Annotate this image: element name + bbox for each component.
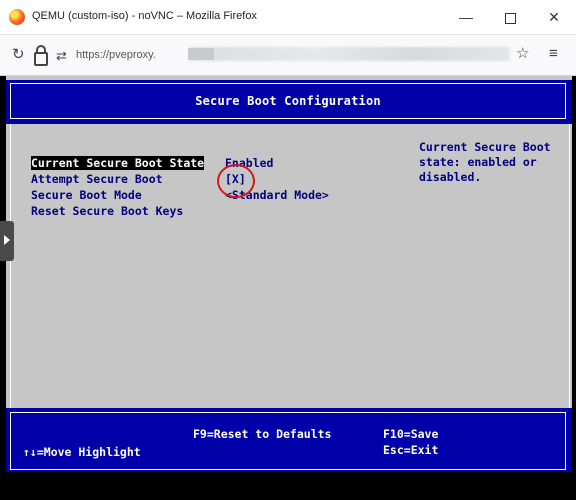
- menu-item-label: Secure Boot Mode: [31, 188, 142, 202]
- close-button[interactable]: ✕: [532, 2, 576, 32]
- bios-header: Secure Boot Configuration: [6, 80, 572, 124]
- url-redacted-block: [188, 48, 214, 60]
- window-title: QEMU (custom-iso) - noVNC – Mozilla Fire…: [32, 10, 257, 22]
- permissions-icon[interactable]: ⇄: [56, 47, 67, 65]
- hint-save: F10=Save: [383, 427, 439, 441]
- bios-body: Current Secure Boot State Enabled Attemp…: [10, 124, 570, 408]
- bios-screen[interactable]: Secure Boot Configuration Current Secure…: [6, 76, 572, 496]
- lock-icon[interactable]: [34, 45, 48, 66]
- hint-move: ↑↓=Move Highlight: [23, 445, 141, 459]
- reload-icon[interactable]: ↻: [12, 46, 25, 64]
- hint-exit: Esc=Exit: [383, 443, 439, 457]
- maximize-button[interactable]: [488, 2, 532, 32]
- chevron-right-icon: [4, 235, 10, 245]
- close-icon: ✕: [548, 9, 560, 25]
- menu-item-current-state[interactable]: Current Secure Boot State Enabled: [31, 156, 273, 170]
- menu-item-attempt-secure-boot[interactable]: Attempt Secure Boot [X]: [31, 172, 246, 186]
- bios-bottom-bar: [6, 472, 572, 496]
- help-panel: Current Secure Boot state: enabled or di…: [419, 140, 567, 185]
- url-redacted: [190, 47, 510, 61]
- bios-footer-frame: ↑↓=Move Highlight F9=Reset to Defaults F…: [10, 412, 566, 470]
- firefox-icon: [9, 9, 25, 25]
- bios-footer: ↑↓=Move Highlight F9=Reset to Defaults F…: [6, 408, 572, 472]
- vnc-viewport[interactable]: Secure Boot Configuration Current Secure…: [0, 76, 576, 500]
- menu-item-label: Reset Secure Boot Keys: [31, 204, 184, 218]
- page-title: Secure Boot Configuration: [195, 94, 381, 108]
- hamburger-menu-icon[interactable]: ≡: [549, 45, 558, 63]
- window-titlebar: QEMU (custom-iso) - noVNC – Mozilla Fire…: [0, 0, 576, 35]
- menu-item-label: Attempt Secure Boot: [31, 172, 163, 186]
- maximize-icon: [504, 12, 516, 24]
- help-line: disabled.: [419, 170, 482, 184]
- star-icon[interactable]: ☆: [516, 45, 529, 63]
- hint-reset: F9=Reset to Defaults: [193, 427, 332, 441]
- menu-item-reset-keys[interactable]: Reset Secure Boot Keys: [31, 204, 183, 218]
- menu-item-label: Current Secure Boot State: [31, 156, 205, 170]
- help-line: state: enabled or: [419, 155, 537, 169]
- menu-item-secure-boot-mode[interactable]: Secure Boot Mode <Standard Mode>: [31, 188, 329, 202]
- navigation-bar: ↻ ⇄ https://pveproxy. ☆ ≡: [0, 35, 576, 76]
- minimize-button[interactable]: —: [444, 2, 488, 32]
- url-bar[interactable]: https://pveproxy.: [76, 49, 156, 61]
- novnc-sidebar-handle[interactable]: [0, 221, 14, 261]
- minimize-icon: —: [459, 9, 473, 25]
- bios-header-frame: Secure Boot Configuration: [10, 83, 566, 119]
- red-circle-annotation: [217, 164, 255, 198]
- help-line: Current Secure Boot: [419, 140, 551, 154]
